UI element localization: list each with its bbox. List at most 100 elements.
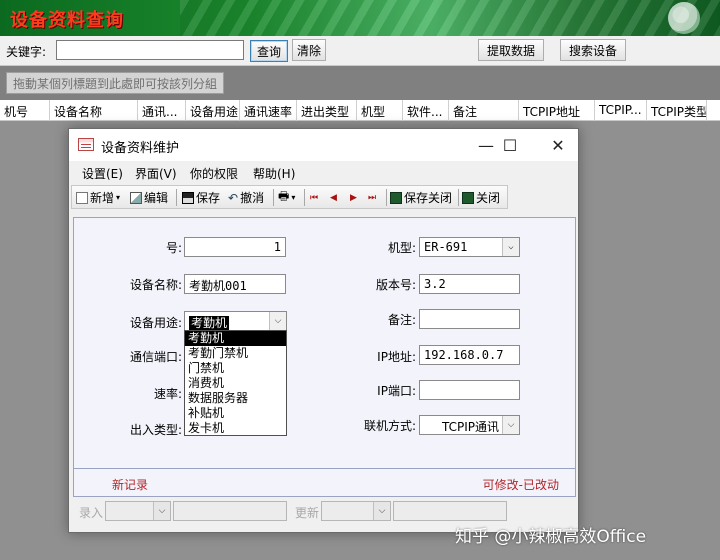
entry-user-select: ⌵: [105, 501, 171, 521]
search-device-button[interactable]: 搜索设备: [560, 39, 626, 61]
chevron-down-icon[interactable]: ⌵: [502, 416, 519, 434]
version-field[interactable]: 3.2: [419, 274, 520, 294]
version-label: 版本号:: [375, 278, 416, 292]
menu-help[interactable]: 帮助(H): [253, 165, 295, 182]
purpose-select[interactable]: 考勤机 ⌵: [184, 311, 287, 331]
edit-button[interactable]: 编辑: [130, 188, 168, 207]
close-button[interactable]: 关闭: [462, 188, 500, 207]
dropdown-option[interactable]: 数据服务器: [185, 391, 286, 406]
model-label: 机型:: [387, 241, 416, 255]
column-header[interactable]: 设备用途: [186, 100, 240, 121]
speed-label: 速率:: [153, 387, 182, 401]
undo-icon: ↶: [228, 190, 239, 205]
fetch-data-button[interactable]: 提取数据: [478, 39, 544, 61]
ip-port-label: IP端口:: [377, 384, 416, 398]
device-name-label: 设备名称:: [129, 278, 182, 292]
purpose-label: 设备用途:: [129, 316, 182, 330]
nav-prev-button[interactable]: ◀: [330, 188, 337, 207]
connect-mode-label: 联机方式:: [363, 419, 416, 433]
update-time-field: [393, 501, 507, 521]
device-maintenance-dialog: 设备资料维护 — ☐ ✕ 设置(E) 界面(V) 你的权限 帮助(H) 新增 ▾ …: [68, 128, 579, 533]
menu-permissions[interactable]: 你的权限: [190, 165, 238, 182]
edit-icon: [130, 191, 142, 204]
dialog-titlebar[interactable]: 设备资料维护 — ☐ ✕: [69, 129, 578, 161]
column-header[interactable]: 通讯速率: [240, 100, 297, 121]
dropdown-option[interactable]: 补贴机: [185, 406, 286, 421]
column-header[interactable]: 机号: [0, 100, 50, 121]
menu-view[interactable]: 界面(V): [135, 165, 177, 182]
entry-time-field: [173, 501, 287, 521]
purpose-dropdown-list: 考勤机 考勤门禁机 门禁机 消费机 数据服务器 补贴机 发卡机: [184, 330, 287, 436]
column-header[interactable]: 进出类型: [297, 100, 357, 121]
group-by-panel: 拖動某個列標題到此處即可按該列分組: [0, 66, 720, 100]
print-button[interactable]: 🖶 ▾: [278, 188, 295, 207]
column-header[interactable]: 机型: [357, 100, 403, 121]
number-field[interactable]: 1: [184, 237, 286, 257]
column-header[interactable]: TCPIP类型: [647, 100, 707, 121]
nav-next-button[interactable]: ▶: [350, 188, 357, 207]
nav-last-button[interactable]: ⏭: [368, 188, 376, 207]
device-name-field[interactable]: 考勤机001: [184, 274, 286, 294]
dropdown-arrow-icon: ▾: [291, 193, 296, 202]
ip-port-field[interactable]: [419, 380, 520, 400]
edit-state: 可修改-已改动: [482, 478, 559, 492]
chevron-down-icon: ⌵: [373, 502, 390, 520]
note-field[interactable]: [419, 309, 520, 329]
update-label: 更新: [295, 506, 320, 520]
record-status-bar: 新记录 可修改-已改动: [73, 469, 576, 497]
dropdown-arrow-icon: ▾: [116, 193, 121, 202]
dropdown-option[interactable]: 考勤机: [185, 331, 286, 346]
connect-mode-select[interactable]: TCPIP通讯 ⌵: [419, 415, 520, 435]
comm-port-label: 通信端口:: [129, 350, 182, 364]
nav-first-button[interactable]: ⏮: [310, 188, 318, 207]
model-select[interactable]: ER-691 ⌵: [419, 237, 520, 257]
title-banner: 设备资料查询: [0, 0, 720, 36]
form-icon: [78, 138, 94, 151]
toolbar-separator: [304, 189, 305, 206]
exit-door-icon: [462, 191, 474, 204]
update-user-select: ⌵: [321, 501, 391, 521]
purpose-selected-value: 考勤机: [189, 316, 230, 330]
save-disk-icon: [182, 191, 194, 204]
chevron-down-icon[interactable]: ⌵: [269, 312, 286, 330]
note-label: 备注:: [387, 313, 416, 327]
column-header[interactable]: 通讯...: [138, 100, 186, 121]
column-header[interactable]: TCPIP地址: [519, 100, 595, 121]
dropdown-option[interactable]: 考勤门禁机: [185, 346, 286, 361]
dropdown-option[interactable]: 发卡机: [185, 421, 286, 436]
dialog-toolbar: 新增 ▾ 编辑 保存 ↶ 撤消 🖶 ▾ ⏮ ◀ ▶ ⏭ 保存关闭 关闭: [71, 185, 508, 209]
dropdown-option[interactable]: 门禁机: [185, 361, 286, 376]
entry-label: 录入: [79, 506, 104, 520]
banner-decoration: [180, 0, 720, 36]
chevron-down-icon[interactable]: ⌵: [502, 238, 519, 256]
io-type-label: 出入类型:: [129, 423, 182, 437]
menu-settings[interactable]: 设置(E): [82, 165, 123, 182]
column-header[interactable]: 设备名称: [50, 100, 138, 121]
search-toolbar: 关键字: 查询 清除 提取数据 搜索设备: [0, 36, 720, 66]
keyword-input[interactable]: [56, 40, 244, 60]
new-document-icon: [76, 191, 88, 204]
dropdown-option[interactable]: 消费机: [185, 376, 286, 391]
column-header[interactable]: 备注: [449, 100, 519, 121]
save-close-button[interactable]: 保存关闭: [390, 188, 452, 207]
query-button[interactable]: 查询: [250, 40, 288, 62]
grid-header: 机号 设备名称 通讯... 设备用途 通讯速率 进出类型 机型 软件... 备注…: [0, 100, 720, 121]
maximize-button[interactable]: ☐: [487, 129, 533, 161]
device-form: 号: 1 设备名称: 考勤机001 设备用途: 考勤机 ⌵ 通信端口: 速率: …: [73, 217, 576, 469]
record-state: 新记录: [112, 478, 149, 492]
ip-address-field[interactable]: 192.168.0.7: [419, 345, 520, 365]
new-button[interactable]: 新增 ▾: [76, 188, 120, 207]
toolbar-separator: [458, 189, 459, 206]
banner-title: 设备资料查询: [10, 10, 124, 31]
model-value: ER-691: [424, 240, 468, 254]
printer-icon: 🖶: [278, 189, 290, 203]
column-header[interactable]: 软件...: [403, 100, 449, 121]
save-button[interactable]: 保存: [182, 188, 220, 207]
undo-button[interactable]: ↶ 撤消: [228, 188, 264, 207]
keyword-label: 关键字:: [6, 45, 47, 59]
group-by-hint[interactable]: 拖動某個列標題到此處即可按該列分組: [6, 72, 225, 94]
column-header[interactable]: TCPIP...: [595, 100, 647, 121]
number-label: 号:: [165, 241, 182, 255]
close-window-button[interactable]: ✕: [535, 129, 581, 161]
clear-button[interactable]: 清除: [292, 39, 326, 61]
